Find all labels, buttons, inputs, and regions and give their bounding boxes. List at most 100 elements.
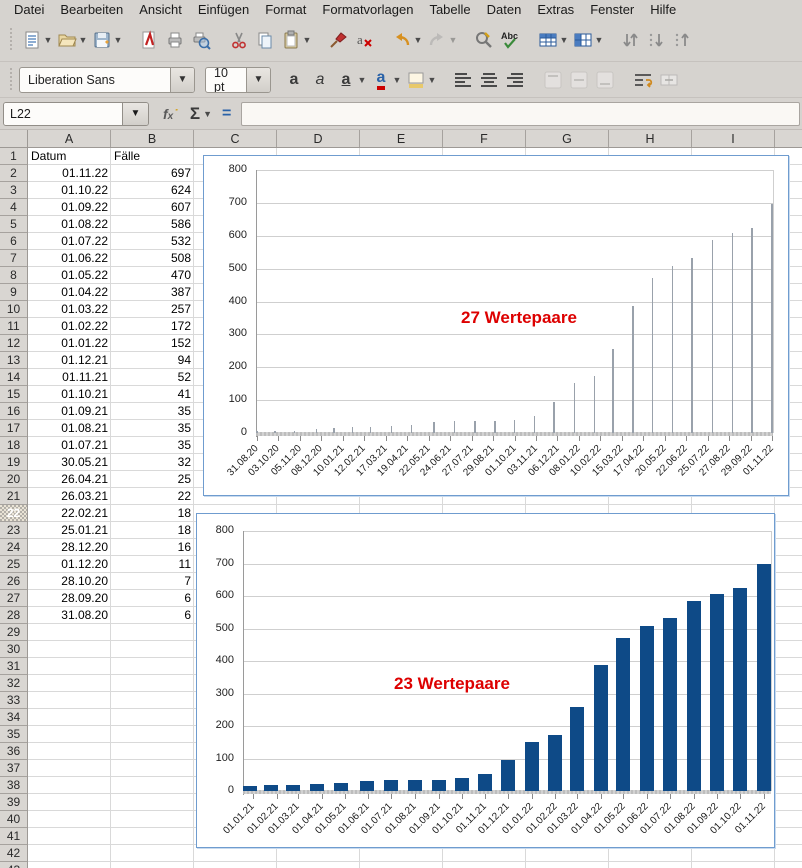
- row-header-4[interactable]: 4: [0, 199, 27, 216]
- column-header-G[interactable]: G: [526, 130, 609, 147]
- sort-descending-button[interactable]: [643, 26, 669, 54]
- cell-B13[interactable]: 94: [114, 352, 191, 369]
- menu-item-daten[interactable]: Daten: [479, 1, 530, 18]
- cell-A10[interactable]: 01.03.22: [31, 301, 108, 318]
- row-header-2[interactable]: 2: [0, 165, 27, 182]
- cell-B6[interactable]: 532: [114, 233, 191, 250]
- row-header-11[interactable]: 11: [0, 318, 27, 335]
- cell-A4[interactable]: 01.09.22: [31, 199, 108, 216]
- font-size-combobox[interactable]: 10 pt ▼: [205, 67, 271, 93]
- row-header-37[interactable]: 37: [0, 760, 27, 777]
- select-all-corner[interactable]: [0, 130, 28, 148]
- cell-reference[interactable]: L22: [4, 103, 122, 125]
- menu-item-datei[interactable]: Datei: [6, 1, 52, 18]
- row-header-28[interactable]: 28: [0, 607, 27, 624]
- cell-A11[interactable]: 01.02.22: [31, 318, 108, 335]
- clear-formatting-button[interactable]: a: [351, 26, 377, 54]
- row-header-23[interactable]: 23: [0, 522, 27, 539]
- cell-B8[interactable]: 470: [114, 267, 191, 284]
- row-header-21[interactable]: 21: [0, 488, 27, 505]
- cell-B22[interactable]: 18: [114, 505, 191, 522]
- column-header-B[interactable]: B: [111, 130, 194, 147]
- row-header-33[interactable]: 33: [0, 692, 27, 709]
- row-header-25[interactable]: 25: [0, 556, 27, 573]
- clone-formatting-button[interactable]: [325, 26, 351, 54]
- cell-A16[interactable]: 01.09.21: [31, 403, 108, 420]
- copy-button[interactable]: [252, 26, 278, 54]
- cell-B9[interactable]: 387: [114, 284, 191, 301]
- chevron-down-icon[interactable]: ▼: [559, 35, 569, 45]
- cell-B4[interactable]: 607: [114, 199, 191, 216]
- column-header-I[interactable]: I: [692, 130, 775, 147]
- row-header-24[interactable]: 24: [0, 539, 27, 556]
- row-header-41[interactable]: 41: [0, 828, 27, 845]
- row-header-9[interactable]: 9: [0, 284, 27, 301]
- chevron-down-icon[interactable]: ▼: [170, 68, 194, 92]
- cell-B12[interactable]: 152: [114, 335, 191, 352]
- cell-A23[interactable]: 25.01.21: [31, 522, 108, 539]
- cell-A8[interactable]: 01.05.22: [31, 267, 108, 284]
- underline-button[interactable]: a: [333, 66, 359, 94]
- menu-item-format[interactable]: Format: [257, 1, 314, 18]
- undo-button[interactable]: [389, 26, 415, 54]
- row-header-29[interactable]: 29: [0, 624, 27, 641]
- menu-item-extras[interactable]: Extras: [529, 1, 582, 18]
- cell-B28[interactable]: 6: [114, 607, 191, 624]
- row-header-8[interactable]: 8: [0, 267, 27, 284]
- toolbar-grip[interactable]: [10, 28, 15, 52]
- cell-B7[interactable]: 508: [114, 250, 191, 267]
- cell-B18[interactable]: 35: [114, 437, 191, 454]
- chevron-down-icon[interactable]: ▼: [413, 35, 423, 45]
- row-header-17[interactable]: 17: [0, 420, 27, 437]
- sum-icon[interactable]: Σ: [190, 104, 200, 124]
- column-header-F[interactable]: F: [443, 130, 526, 147]
- menu-item-bearbeiten[interactable]: Bearbeiten: [52, 1, 131, 18]
- cell-A14[interactable]: 01.11.21: [31, 369, 108, 386]
- menu-item-formatvorlagen[interactable]: Formatvorlagen: [314, 1, 421, 18]
- row-header-15[interactable]: 15: [0, 386, 27, 403]
- row-header-18[interactable]: 18: [0, 437, 27, 454]
- cell-B24[interactable]: 16: [114, 539, 191, 556]
- sort-ascending-button[interactable]: [669, 26, 695, 54]
- cell-B5[interactable]: 586: [114, 216, 191, 233]
- row-header-30[interactable]: 30: [0, 641, 27, 658]
- formula-input-line[interactable]: [241, 102, 800, 126]
- chevron-down-icon[interactable]: ▼: [246, 68, 270, 92]
- cell-A21[interactable]: 26.03.21: [31, 488, 108, 505]
- row-header-1[interactable]: 1: [0, 148, 27, 165]
- chevron-down-icon[interactable]: ▼: [122, 103, 148, 125]
- cell-A13[interactable]: 01.12.21: [31, 352, 108, 369]
- cell-A6[interactable]: 01.07.22: [31, 233, 108, 250]
- cell-A18[interactable]: 01.07.21: [31, 437, 108, 454]
- row-header-7[interactable]: 7: [0, 250, 27, 267]
- cell-B16[interactable]: 35: [114, 403, 191, 420]
- cell-A19[interactable]: 30.05.21: [31, 454, 108, 471]
- cell-A20[interactable]: 26.04.21: [31, 471, 108, 488]
- row-header-32[interactable]: 32: [0, 675, 27, 692]
- column-header-A[interactable]: A: [28, 130, 111, 147]
- wrap-text-button[interactable]: [630, 66, 656, 94]
- column-header-J[interactable]: J: [775, 130, 802, 147]
- table-columns-button[interactable]: [570, 26, 596, 54]
- print-preview-button[interactable]: [188, 26, 214, 54]
- highlight-color-button[interactable]: [403, 66, 429, 94]
- cell-A7[interactable]: 01.06.22: [31, 250, 108, 267]
- cell-B1[interactable]: Fälle: [114, 148, 191, 165]
- column-header-E[interactable]: E: [360, 130, 443, 147]
- row-header-14[interactable]: 14: [0, 369, 27, 386]
- name-box[interactable]: L22 ▼: [3, 102, 149, 126]
- row-header-31[interactable]: 31: [0, 658, 27, 675]
- row-header-27[interactable]: 27: [0, 590, 27, 607]
- cell-B25[interactable]: 11: [114, 556, 191, 573]
- cell-B10[interactable]: 257: [114, 301, 191, 318]
- row-header-10[interactable]: 10: [0, 301, 27, 318]
- function-wizard-icon[interactable]: fx˙: [163, 106, 178, 122]
- row-header-12[interactable]: 12: [0, 335, 27, 352]
- cell-grid[interactable]: DatumFälle01.11.2269701.10.2262401.09.22…: [28, 148, 802, 868]
- cell-B2[interactable]: 697: [114, 165, 191, 182]
- cell-A17[interactable]: 01.08.21: [31, 420, 108, 437]
- row-header-35[interactable]: 35: [0, 726, 27, 743]
- cell-A5[interactable]: 01.08.22: [31, 216, 108, 233]
- row-header-43[interactable]: 43: [0, 862, 27, 868]
- chevron-down-icon[interactable]: ▼: [78, 35, 88, 45]
